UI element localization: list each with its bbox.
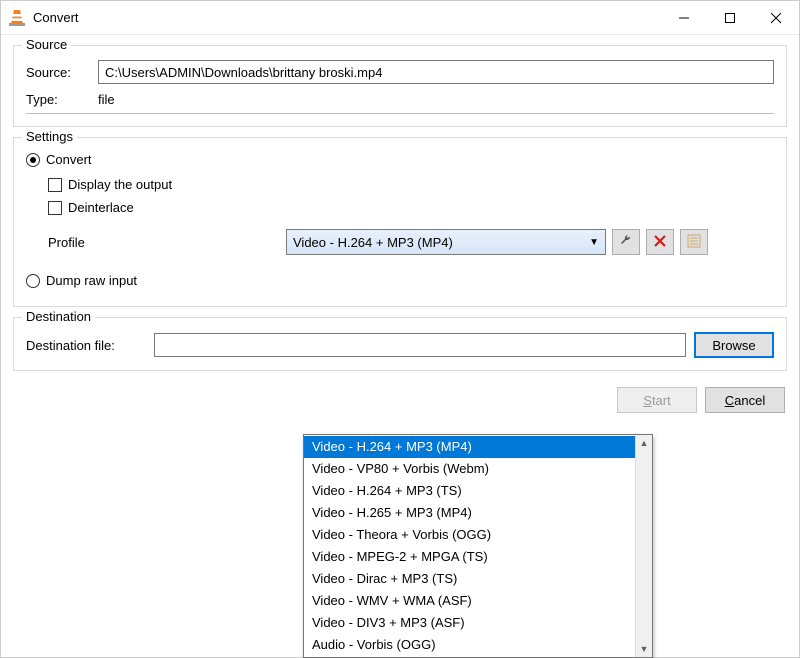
scroll-down-icon: ▼ (640, 644, 649, 654)
cancel-button[interactable]: Cancel (705, 387, 785, 413)
vlc-icon (7, 8, 27, 28)
destination-legend: Destination (22, 309, 95, 324)
x-icon (654, 235, 666, 250)
dump-raw-label: Dump raw input (46, 273, 137, 288)
profile-label: Profile (26, 235, 286, 250)
window-controls (661, 1, 799, 34)
destination-file-label: Destination file: (26, 338, 146, 353)
edit-profile-button[interactable] (612, 229, 640, 255)
deinterlace-label: Deinterlace (68, 200, 134, 215)
radio-icon (26, 153, 40, 167)
checkbox-icon (48, 178, 62, 192)
type-label: Type: (26, 92, 98, 107)
convert-radio-label: Convert (46, 152, 92, 167)
source-group: Source Source: Type: file (13, 45, 787, 127)
wrench-icon (619, 234, 633, 251)
profile-option[interactable]: Video - WMV + WMA (ASF) (304, 590, 635, 612)
display-output-checkbox[interactable]: Display the output (48, 177, 172, 192)
browse-button-label: Browse (712, 338, 755, 353)
close-button[interactable] (753, 1, 799, 34)
destination-group: Destination Destination file: Browse (13, 317, 787, 371)
source-label: Source: (26, 65, 98, 80)
list-new-icon (687, 234, 701, 251)
profile-dropdown-items: Video - H.264 + MP3 (MP4)Video - VP80 + … (304, 435, 635, 657)
profile-option[interactable]: Video - VP80 + Vorbis (Webm) (304, 458, 635, 480)
start-button-label: Start (643, 393, 670, 408)
maximize-button[interactable] (707, 1, 753, 34)
source-input[interactable] (98, 60, 774, 84)
profile-option[interactable]: Audio - Vorbis (OGG) (304, 634, 635, 656)
profile-dropdown-list[interactable]: Video - H.264 + MP3 (MP4)Video - VP80 + … (303, 434, 653, 658)
minimize-button[interactable] (661, 1, 707, 34)
new-profile-button[interactable] (680, 229, 708, 255)
settings-group: Settings Convert Display the output Dein… (13, 137, 787, 307)
profile-selected-text: Video - H.264 + MP3 (MP4) (293, 235, 453, 250)
deinterlace-checkbox[interactable]: Deinterlace (48, 200, 134, 215)
dialog-footer: Start Cancel (13, 381, 787, 413)
client-area: Source Source: Type: file Settings Conve… (1, 35, 799, 657)
checkbox-icon (48, 201, 62, 215)
profile-option[interactable]: Video - H.265 + MP3 (MP4) (304, 502, 635, 524)
profile-option[interactable]: Video - Dirac + MP3 (TS) (304, 568, 635, 590)
settings-legend: Settings (22, 129, 77, 144)
display-output-label: Display the output (68, 177, 172, 192)
convert-dialog: Convert Source Source: Type: file (0, 0, 800, 658)
titlebar: Convert (1, 1, 799, 35)
scroll-up-icon: ▲ (640, 438, 649, 448)
start-button[interactable]: Start (617, 387, 697, 413)
profile-option[interactable]: Video - DIV3 + MP3 (ASF) (304, 612, 635, 634)
cancel-button-label: Cancel (725, 393, 765, 408)
browse-button[interactable]: Browse (694, 332, 774, 358)
convert-radio[interactable]: Convert (26, 152, 92, 167)
type-value: file (98, 92, 115, 107)
destination-file-input[interactable] (154, 333, 686, 357)
dropdown-scrollbar[interactable]: ▲ ▼ (635, 435, 652, 657)
profile-combobox[interactable]: Video - H.264 + MP3 (MP4) ▼ (286, 229, 606, 255)
radio-icon (26, 274, 40, 288)
delete-profile-button[interactable] (646, 229, 674, 255)
chevron-down-icon: ▼ (589, 237, 599, 248)
source-legend: Source (22, 37, 71, 52)
window-title: Convert (33, 10, 661, 25)
profile-option[interactable]: Video - MPEG-2 + MPGA (TS) (304, 546, 635, 568)
profile-option[interactable]: Video - H.264 + MP3 (TS) (304, 480, 635, 502)
profile-option[interactable]: Video - Theora + Vorbis (OGG) (304, 524, 635, 546)
profile-option[interactable]: Video - H.264 + MP3 (MP4) (304, 436, 635, 458)
dump-raw-radio[interactable]: Dump raw input (26, 273, 137, 288)
